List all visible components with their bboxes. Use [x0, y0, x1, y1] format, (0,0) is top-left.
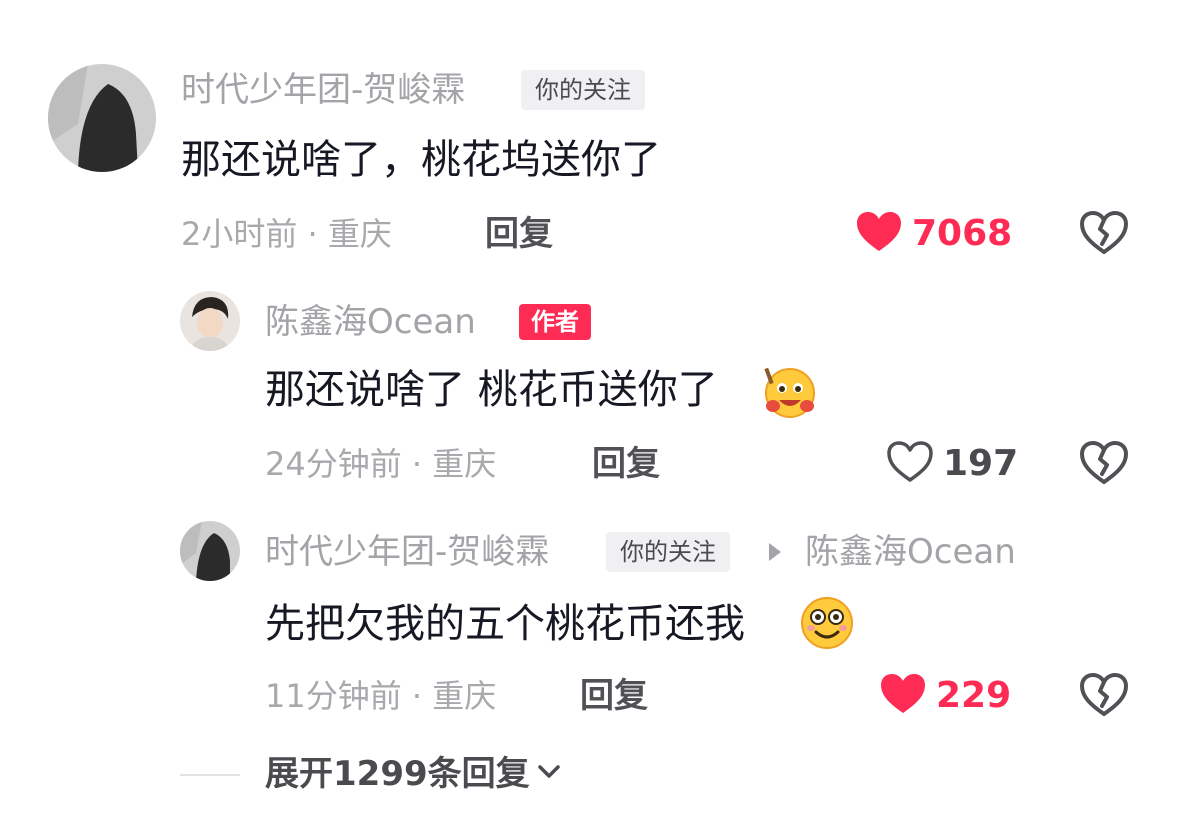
reply-time-location: 24分钟前 · 重庆 [265, 445, 497, 483]
reply-text: 先把欠我的五个桃花币还我 [265, 601, 745, 647]
reply-time-location: 11分钟前 · 重庆 [265, 677, 497, 715]
following-badge: 你的关注 [606, 532, 730, 572]
like-count: 197 [943, 443, 1019, 484]
comment-time-location: 2小时前 · 重庆 [181, 215, 392, 253]
reply-author-name[interactable]: 陈鑫海Ocean [265, 302, 476, 342]
following-badge: 你的关注 [521, 70, 645, 110]
avatar[interactable] [180, 521, 240, 581]
triangle-right-icon [767, 541, 783, 567]
expand-replies-button[interactable]: 展开1299条回复 [265, 754, 562, 794]
reply-text: 那还说啥了 桃花币送你了 [265, 367, 718, 413]
heart-outline-icon [887, 441, 933, 487]
hugging-face-emoji [761, 364, 819, 426]
smiling-face-emoji [798, 594, 856, 656]
expand-replies-label: 展开1299条回复 [265, 754, 530, 794]
reply-button[interactable]: 回复 [580, 676, 648, 716]
chevron-down-icon [536, 762, 562, 786]
expand-divider [180, 774, 240, 776]
avatar[interactable] [180, 291, 240, 351]
like-count: 7068 [912, 213, 1013, 254]
comment-text: 那还说啥了，桃花坞送你了 [181, 137, 661, 183]
heart-filled-icon [856, 211, 902, 257]
broken-heart-icon[interactable] [1080, 441, 1128, 489]
broken-heart-icon[interactable] [1080, 211, 1128, 259]
reply-button[interactable]: 回复 [485, 214, 553, 254]
reply-author-name[interactable]: 时代少年团-贺峻霖 [265, 532, 549, 572]
author-badge: 作者 [519, 304, 591, 340]
like-button[interactable]: 229 [880, 672, 1011, 720]
reply-to-name[interactable]: 陈鑫海Ocean [805, 532, 1016, 572]
comment-author-name[interactable]: 时代少年团-贺峻霖 [181, 70, 465, 110]
broken-heart-icon[interactable] [1080, 673, 1128, 721]
like-button[interactable]: 197 [887, 440, 1018, 488]
like-button[interactable]: 7068 [856, 210, 1012, 258]
avatar[interactable] [48, 64, 156, 172]
reply-button[interactable]: 回复 [592, 444, 660, 484]
heart-filled-icon [880, 673, 926, 719]
like-count: 229 [936, 675, 1012, 716]
